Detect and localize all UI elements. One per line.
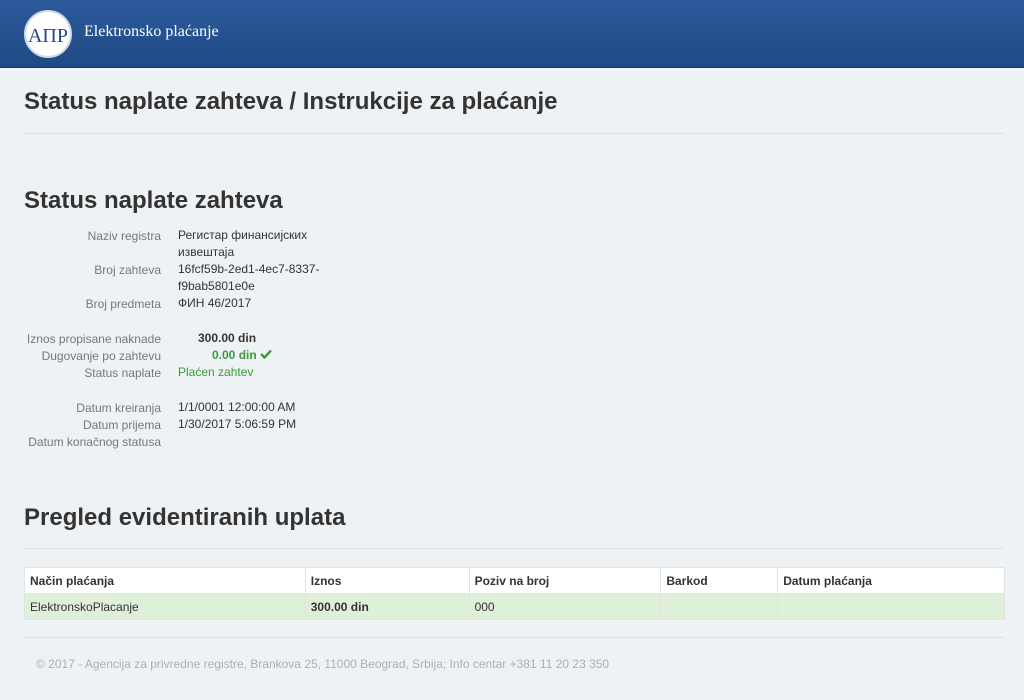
- naziv-registra-line1: Регистар финансијских: [178, 228, 308, 242]
- naziv-registra-label: Naziv registra: [87, 229, 161, 243]
- col-header-barkod: Barkod: [660, 567, 779, 594]
- top-navbar: АПР Elektronsko plaćanje: [0, 0, 1024, 68]
- payments-table: Način plaćanja Iznos Poziv na broj Barko…: [24, 567, 1005, 620]
- iznos-value: 300.00 din: [198, 331, 257, 345]
- cell-barkod: [660, 593, 779, 620]
- divider: [24, 548, 1004, 549]
- cell-poziv-na-broj: 000: [468, 593, 662, 620]
- col-header-nacin-placanja: Način plaćanja: [24, 567, 306, 594]
- table-row: ElektronskoPlacanje 300.00 din 000: [24, 593, 1005, 620]
- naziv-registra-line2: извештаја: [178, 245, 235, 259]
- dugovanje-value: 0.00 din: [212, 347, 272, 364]
- page-title: Status naplate zahteva / Instrukcije za …: [24, 88, 558, 115]
- iznos-label: Iznos propisane naknade: [26, 332, 161, 346]
- status-naplate-value: Plaćen zahtev: [178, 365, 254, 379]
- brand-title[interactable]: Elektronsko plaćanje: [84, 23, 219, 41]
- datum-konacnog-statusa-label: Datum konačnog statusa: [28, 435, 161, 449]
- datum-kreiranja-value: 1/1/0001 12:00:00 AM: [178, 400, 296, 414]
- broj-predmeta-label: Broj predmeta: [85, 297, 161, 311]
- col-header-iznos: Iznos: [304, 567, 470, 594]
- cell-iznos: 300.00 din: [304, 593, 470, 620]
- datum-kreiranja-label: Datum kreiranja: [76, 401, 161, 415]
- divider: [24, 133, 1004, 134]
- footer-text: © 2017 - Agencija za privredne registre,…: [36, 657, 610, 671]
- cell-nacin-placanja: ElektronskoPlacanje: [24, 593, 306, 620]
- broj-zahteva-line1: 16fcf59b-2ed1-4ec7-8337-: [178, 262, 320, 276]
- naziv-registra-value: Регистар финансијских извештаја: [178, 227, 307, 261]
- cell-datum-placanja: [777, 593, 1005, 620]
- svg-text:АПР: АПР: [28, 25, 68, 47]
- apr-logo[interactable]: АПР: [24, 10, 72, 58]
- broj-predmeta-value: ФИН 46/2017: [178, 296, 252, 310]
- dugovanje-amount: 0.00 din: [212, 348, 257, 362]
- apr-logo-icon: АПР: [28, 25, 68, 47]
- footer-divider: [24, 637, 1004, 638]
- table-header-row: Način plaćanja Iznos Poziv na broj Barko…: [24, 567, 1005, 594]
- status-section-title: Status naplate zahteva: [24, 187, 283, 214]
- payments-section-title: Pregled evidentiranih uplata: [24, 504, 346, 531]
- broj-zahteva-label: Broj zahteva: [94, 263, 161, 277]
- status-naplate-label: Status naplate: [84, 366, 161, 380]
- broj-zahteva-line2: f9bab5801e0e: [178, 279, 255, 293]
- dugovanje-label: Dugovanje po zahtevu: [41, 349, 161, 363]
- col-header-poziv-na-broj: Poziv na broj: [468, 567, 662, 594]
- col-header-datum-placanja: Datum plaćanja: [777, 567, 1005, 594]
- broj-zahteva-value: 16fcf59b-2ed1-4ec7-8337- f9bab5801e0e: [178, 261, 319, 295]
- datum-prijema-value: 1/30/2017 5:06:59 PM: [178, 417, 297, 431]
- check-icon: [259, 347, 272, 364]
- datum-prijema-label: Datum prijema: [82, 418, 161, 432]
